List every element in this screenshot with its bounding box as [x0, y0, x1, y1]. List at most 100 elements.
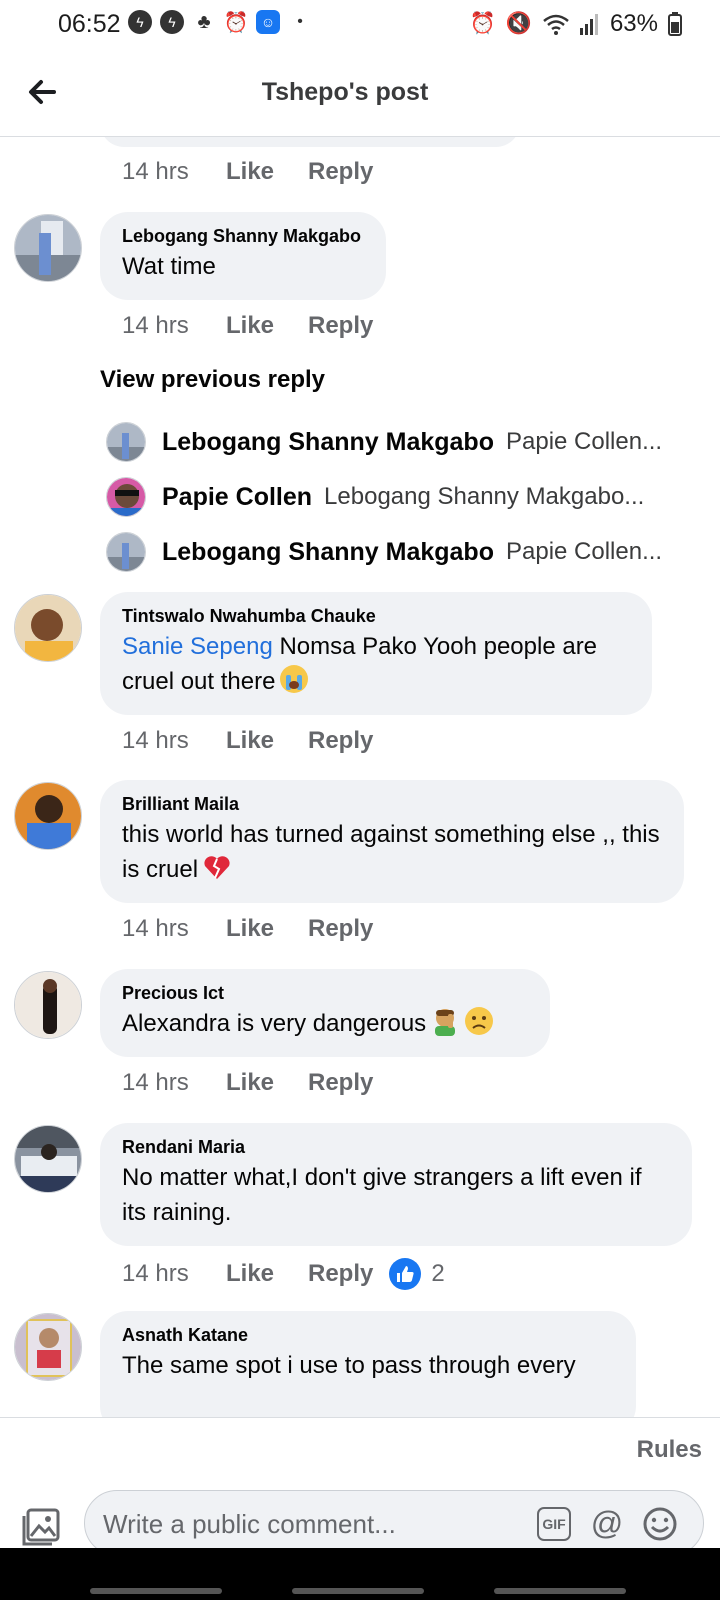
comment-author[interactable]: Precious Ict [122, 983, 528, 1004]
reply-preview: Papie Collen... [505, 428, 663, 455]
status-right: ⏰ 🔇 63% [470, 10, 682, 38]
alarm-icon: ⏰ [469, 12, 496, 35]
comment-box[interactable]: GIF @ [84, 1490, 704, 1556]
reply-button[interactable]: Reply [308, 312, 373, 340]
system-nav-bar [0, 1548, 720, 1600]
avatar[interactable] [14, 1313, 82, 1381]
comment-meta: 14 hrs Like Reply [122, 727, 389, 755]
comment-author[interactable]: Lebogang Shanny Makgabo [122, 226, 364, 247]
comment-meta: 14 hrs Like Reply 2 [122, 1258, 445, 1290]
avatar [106, 477, 146, 517]
reply-button[interactable]: Reply [308, 915, 373, 943]
wifi-icon [543, 14, 569, 35]
like-button[interactable]: Like [226, 312, 308, 340]
facebook-icon: ☺ [256, 10, 280, 34]
comment-author[interactable]: Brilliant Maila [122, 794, 662, 815]
comment-bubble[interactable]: Tintswalo Nwahumba Chauke Sanie Sepeng N… [100, 592, 652, 715]
comment-text: No matter what,I don't give strangers a … [122, 1164, 642, 1226]
mention-button[interactable]: @ [587, 1503, 627, 1543]
gif-button[interactable]: GIF [537, 1507, 571, 1541]
notification-icon: ϟ [128, 10, 152, 34]
avatar[interactable] [14, 214, 82, 282]
status-left-icons: ϟ ϟ ♣ ⏰ ☺ • [128, 10, 312, 34]
avatar[interactable] [14, 971, 82, 1039]
comment-author[interactable]: Asnath Katane [122, 1325, 614, 1346]
emoji-button[interactable] [641, 1505, 679, 1543]
alarm-icon: ⏰ [223, 11, 249, 34]
nav-recents[interactable] [90, 1588, 222, 1594]
comment-text: Sanie Sepeng Nomsa Pako Yooh people are … [122, 629, 630, 699]
like-button[interactable]: Like [226, 1069, 308, 1097]
like-button[interactable]: Like [226, 1260, 308, 1288]
page-title: Tshepo's post [261, 78, 429, 106]
reply-preview: Papie Collen... [505, 538, 663, 565]
view-previous-reply[interactable]: View previous reply [100, 366, 325, 394]
comment-time: 14 hrs [122, 1260, 189, 1287]
comment-time: 14 hrs [122, 158, 189, 185]
reply-preview-row[interactable]: Lebogang Shanny Makgabo Papie Collen... [106, 420, 706, 464]
comment-input[interactable] [101, 1503, 505, 1545]
reply-preview-row[interactable]: Papie Collen Lebogang Shanny Makgabo... [106, 475, 706, 519]
comment-meta: 14 hrs Like Reply [122, 915, 389, 943]
reply-author: Lebogang Shanny Makgabo [162, 537, 494, 566]
comment-bubble[interactable]: Rendani Maria No matter what,I don't giv… [100, 1123, 692, 1246]
nav-back[interactable] [494, 1588, 626, 1594]
mention-link[interactable]: Sanie Sepeng [122, 633, 273, 660]
mute-icon: 🔇 [505, 12, 532, 35]
like-button[interactable]: Like [226, 915, 308, 943]
crying-face-emoji [279, 664, 309, 694]
reaction-count[interactable]: 2 [431, 1260, 444, 1288]
like-button[interactable]: Like [226, 727, 308, 755]
comment-bubble[interactable]: Lebogang Shanny Makgabo Wat time [100, 212, 386, 300]
comment-text: Alexandra is very dangerous [122, 1006, 528, 1041]
battery-percent: 63% [609, 10, 658, 37]
comment-bubble[interactable]: Asnath Katane The same spot i use to pas… [100, 1311, 636, 1417]
nav-home[interactable] [292, 1588, 424, 1594]
comment-time: 14 hrs [122, 727, 189, 754]
comment-bubble[interactable]: Brilliant Maila this world has turned ag… [100, 780, 684, 903]
comment-text: this world has turned against something … [122, 817, 662, 887]
reply-author: Lebogang Shanny Makgabo [162, 427, 494, 456]
tree-icon: ♣ [197, 10, 211, 33]
avatar[interactable] [14, 594, 82, 662]
avatar[interactable] [14, 1125, 82, 1193]
comment-text: Wat time [122, 253, 216, 280]
status-bar: 06:52 ϟ ϟ ♣ ⏰ ☺ • ⏰ 🔇 63% [0, 0, 720, 54]
battery-icon [668, 12, 682, 36]
broken-heart-emoji [202, 852, 232, 882]
reply-button[interactable]: Reply [308, 727, 373, 755]
avatar [106, 532, 146, 572]
photo-icon [22, 1508, 60, 1546]
rules-link[interactable]: Rules [637, 1436, 702, 1464]
comment-composer: Rules GIF @ [0, 1417, 720, 1556]
reply-button[interactable]: Reply [308, 1069, 373, 1097]
reply-author: Papie Collen [162, 482, 313, 511]
comment-bubble[interactable]: Precious Ict Alexandra is very dangerous [100, 969, 550, 1057]
smiley-icon [643, 1507, 677, 1541]
comment-author[interactable]: Tintswalo Nwahumba Chauke [122, 606, 630, 627]
worried-face-emoji [464, 1006, 494, 1036]
photo-button[interactable] [20, 1506, 62, 1548]
signal-icon [579, 14, 598, 35]
thumbs-up-icon[interactable] [389, 1258, 422, 1290]
reply-button[interactable]: Reply [308, 158, 373, 186]
comment-time: 14 hrs [122, 312, 189, 339]
reply-button[interactable]: Reply [308, 1260, 373, 1288]
comment-meta: 14 hrs Like Reply [122, 1069, 389, 1097]
dot-icon: • [297, 13, 303, 30]
notification-icon: ϟ [160, 10, 184, 34]
comments-feed[interactable]: 14 hrs Like Reply Lebogang Shanny Makgab… [0, 137, 720, 1417]
comment-text-body: Alexandra is very dangerous [122, 1010, 427, 1037]
reply-preview-row[interactable]: Lebogang Shanny Makgabo Papie Collen... [106, 530, 706, 574]
comment-author[interactable]: Rendani Maria [122, 1137, 670, 1158]
comment-text: The same spot i use to pass through ever… [122, 1352, 576, 1379]
comment-time: 14 hrs [122, 915, 189, 942]
comment-meta: 14 hrs Like Reply [122, 312, 389, 340]
comment-time: 14 hrs [122, 1069, 189, 1096]
post-header: Tshepo's post [0, 54, 720, 137]
reply-preview: Lebogang Shanny Makgabo... [324, 483, 645, 510]
avatar [106, 422, 146, 462]
person-facepalming-emoji [430, 1006, 460, 1036]
like-button[interactable]: Like [226, 158, 308, 186]
avatar[interactable] [14, 782, 82, 850]
